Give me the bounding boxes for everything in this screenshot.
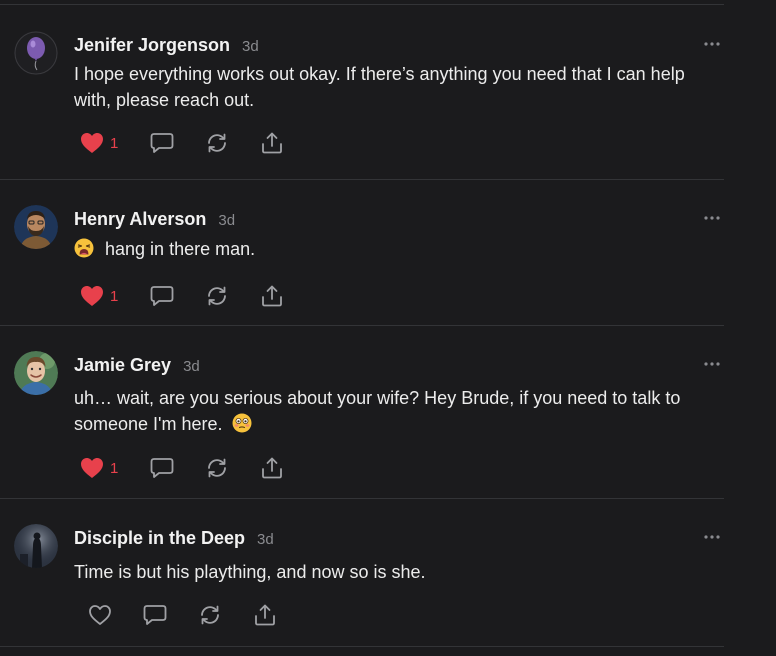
timestamp[interactable]: 3d	[257, 531, 274, 548]
comment-post: Jenifer Jorgenson 3d I hope everything w…	[0, 5, 724, 180]
comment-post: Jamie Grey 3d uh… wait, are you serious …	[0, 325, 724, 499]
reply-button[interactable]	[143, 604, 198, 626]
reply-button[interactable]	[150, 457, 205, 479]
comment-text: Time is but his plaything, and now so is…	[74, 562, 426, 582]
share-upload-icon	[262, 457, 282, 479]
heart-filled-icon	[81, 458, 103, 478]
author-name[interactable]: Disciple in the Deep	[74, 528, 245, 549]
comment-header: Jamie Grey 3d	[74, 355, 200, 376]
like-button[interactable]	[88, 604, 143, 626]
comment-actions: 1	[80, 129, 300, 157]
author-name[interactable]: Jenifer Jorgenson	[74, 35, 230, 56]
flushed-face-emoji-icon	[232, 413, 252, 433]
author-name[interactable]: Jamie Grey	[74, 355, 171, 376]
like-button[interactable]: 1	[80, 457, 150, 479]
more-options-button[interactable]	[700, 38, 724, 50]
comment-feed: Jenifer Jorgenson 3d I hope everything w…	[0, 4, 724, 647]
comment-actions: 1	[80, 282, 300, 310]
repost-button[interactable]	[205, 132, 260, 154]
comment-post: Disciple in the Deep 3d Time is but his …	[0, 498, 724, 647]
comment-actions: 1	[80, 454, 300, 482]
avatar[interactable]	[14, 524, 58, 568]
purple-balloon-avatar-icon	[14, 31, 58, 75]
more-options-button[interactable]	[700, 531, 724, 543]
reply-button[interactable]	[150, 285, 205, 307]
ellipsis-icon	[704, 42, 720, 46]
avatar[interactable]	[14, 205, 58, 249]
avatar[interactable]	[14, 31, 58, 75]
like-button[interactable]: 1	[80, 285, 150, 307]
author-name[interactable]: Henry Alverson	[74, 209, 206, 230]
repost-icon	[208, 458, 226, 478]
comment-bubble-icon	[150, 133, 174, 153]
timestamp[interactable]: 3d	[242, 38, 259, 55]
more-options-button[interactable]	[700, 358, 724, 370]
repost-button[interactable]	[205, 457, 260, 479]
timestamp[interactable]: 3d	[218, 212, 235, 229]
comment-text-container: hang in there man.	[74, 236, 714, 262]
reply-button[interactable]	[150, 132, 205, 154]
comment-text-container: uh… wait, are you serious about your wif…	[74, 385, 714, 437]
comment-text: uh… wait, are you serious about your wif…	[74, 388, 681, 434]
comment-text: I hope everything works out okay. If the…	[74, 64, 685, 110]
comment-post: Henry Alverson 3d hang in there man. 1	[0, 179, 724, 326]
repost-icon	[208, 133, 226, 153]
share-button[interactable]	[260, 132, 300, 154]
tired-face-emoji-icon	[74, 238, 94, 258]
comment-header: Jenifer Jorgenson 3d	[74, 35, 259, 56]
heart-outline-icon	[89, 605, 111, 625]
ellipsis-icon	[704, 216, 720, 220]
repost-icon	[208, 286, 226, 306]
share-button[interactable]	[260, 285, 300, 307]
share-upload-icon	[262, 132, 282, 154]
share-button[interactable]	[253, 604, 293, 626]
ellipsis-icon	[704, 362, 720, 366]
comment-bubble-icon	[150, 286, 174, 306]
heart-filled-icon	[81, 133, 103, 153]
repost-button[interactable]	[205, 285, 260, 307]
avatar[interactable]	[14, 351, 58, 395]
heart-filled-icon	[81, 286, 103, 306]
smiling-man-avatar-icon	[14, 351, 58, 395]
like-count: 1	[110, 134, 119, 152]
share-upload-icon	[262, 285, 282, 307]
timestamp[interactable]: 3d	[183, 358, 200, 375]
repost-icon	[201, 605, 219, 625]
share-button[interactable]	[260, 457, 300, 479]
repost-button[interactable]	[198, 604, 253, 626]
comment-bubble-icon	[150, 458, 174, 478]
comment-bubble-icon	[143, 605, 167, 625]
comment-header: Disciple in the Deep 3d	[74, 528, 274, 549]
like-count: 1	[110, 287, 119, 305]
comment-header: Henry Alverson 3d	[74, 209, 235, 230]
ellipsis-icon	[704, 535, 720, 539]
comment-actions	[88, 601, 293, 629]
comment-text: hang in there man.	[105, 239, 256, 259]
bearded-man-avatar-icon	[14, 205, 58, 249]
dark-figure-avatar-icon	[14, 524, 58, 568]
like-count: 1	[110, 459, 119, 477]
more-options-button[interactable]	[700, 212, 724, 224]
like-button[interactable]: 1	[80, 132, 150, 154]
share-upload-icon	[255, 604, 275, 626]
